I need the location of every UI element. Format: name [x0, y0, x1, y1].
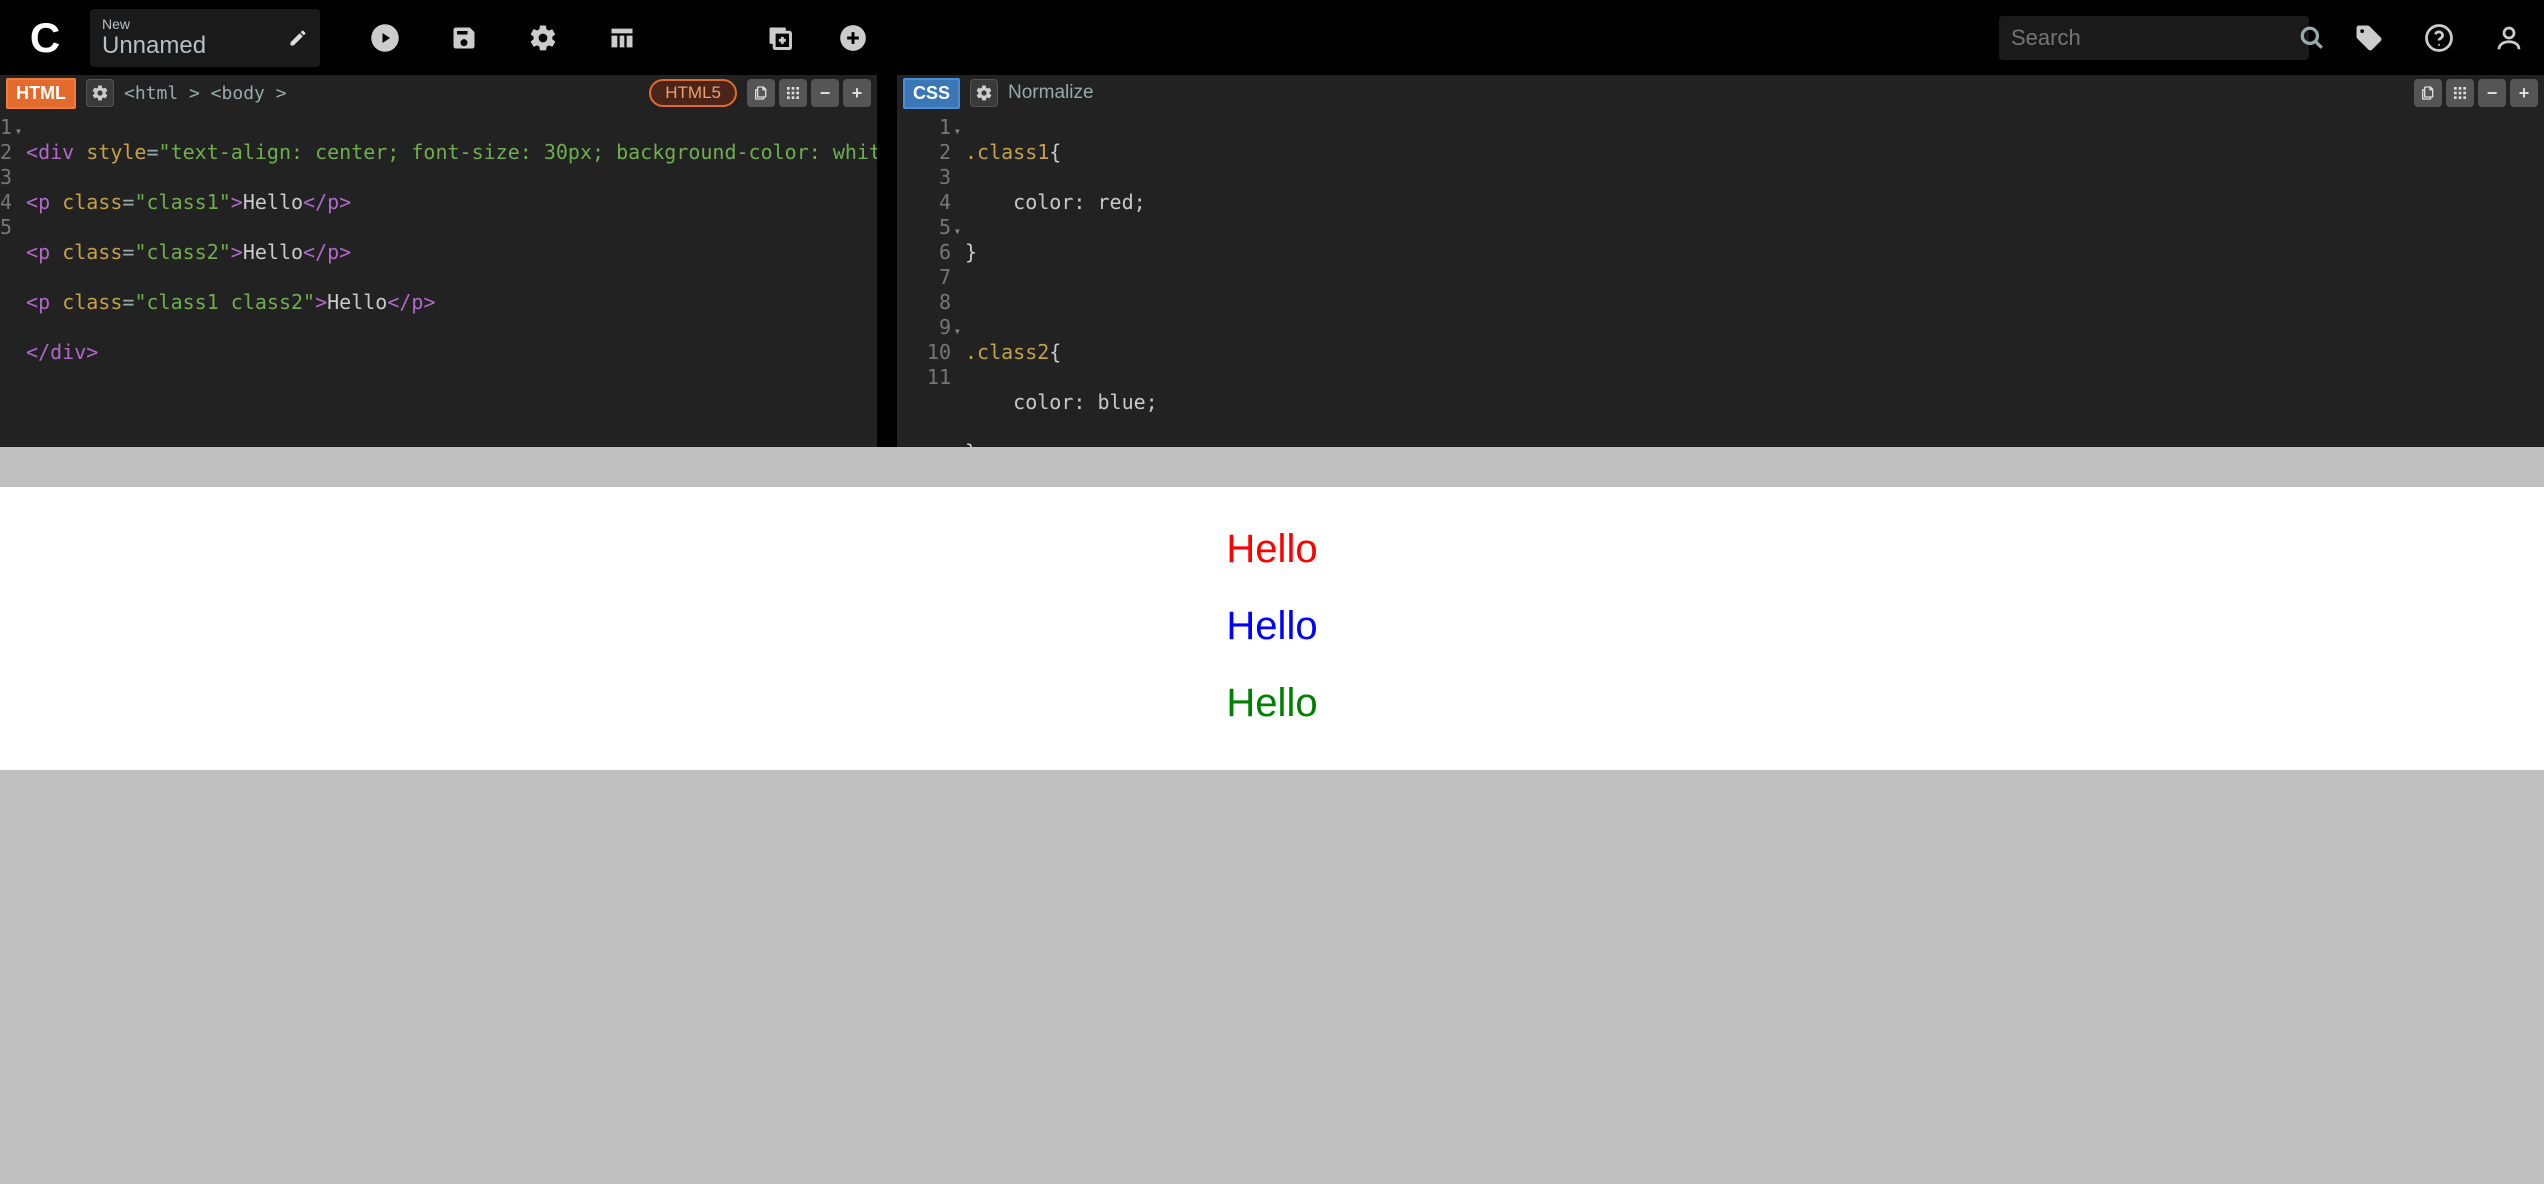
- html-code-area[interactable]: 1 2 3 4 5 <div style="text-align: center…: [0, 111, 877, 447]
- line-number: 8: [897, 290, 951, 315]
- html-pane-header: HTML <html > <body > HTML5 − +: [0, 75, 877, 111]
- preview-line-2: Hello: [0, 604, 2544, 649]
- user-icon[interactable]: [2494, 23, 2524, 53]
- help-icon[interactable]: [2424, 23, 2454, 53]
- css-editor-pane: CSS Normalize − + 1 2 3 4 5 6 7 8: [897, 75, 2544, 447]
- settings-icon[interactable]: [528, 23, 558, 53]
- preview-gap: [0, 447, 2544, 487]
- line-number: 4: [0, 190, 12, 215]
- css-pane-tools: − +: [2414, 79, 2538, 107]
- line-number: 7: [897, 265, 951, 290]
- toolbar-add-icons: [766, 24, 867, 52]
- css-code[interactable]: .class1{ color: red; } .class2{ color: b…: [959, 115, 2544, 447]
- css-pane-label[interactable]: CSS: [903, 78, 960, 109]
- line-number: 5: [0, 215, 12, 240]
- edit-icon[interactable]: [288, 28, 308, 48]
- css-gutter: 1 2 3 4 5 6 7 8 9 10 11: [897, 115, 959, 447]
- search-icon[interactable]: [2299, 25, 2325, 51]
- add-circle-icon[interactable]: [839, 24, 867, 52]
- minus-icon[interactable]: −: [2478, 79, 2506, 107]
- minus-icon[interactable]: −: [811, 79, 839, 107]
- output-preview: Hello Hello Hello: [0, 487, 2544, 770]
- grid-icon[interactable]: [779, 79, 807, 107]
- html-code[interactable]: <div style="text-align: center; font-siz…: [20, 115, 877, 447]
- run-icon[interactable]: [370, 23, 400, 53]
- line-number: 4: [897, 190, 951, 215]
- output-preview-wrap: Hello Hello Hello: [0, 447, 2544, 1184]
- line-number: 3: [897, 165, 951, 190]
- plus-icon[interactable]: +: [843, 79, 871, 107]
- html-breadcrumb: <html > <body >: [124, 83, 287, 104]
- line-number: 1: [0, 115, 12, 140]
- top-toolbar: C New Unnamed: [0, 0, 2544, 75]
- project-title: Unnamed: [102, 32, 308, 60]
- layout-icon[interactable]: [608, 24, 636, 52]
- line-number: 10: [897, 340, 951, 365]
- css-pane-header: CSS Normalize − +: [897, 75, 2544, 111]
- grid-icon[interactable]: [2446, 79, 2474, 107]
- clipboard-icon[interactable]: [747, 79, 775, 107]
- html-gutter: 1 2 3 4 5: [0, 115, 20, 447]
- html-pane-tools: − +: [747, 79, 871, 107]
- line-number: 6: [897, 240, 951, 265]
- html-pane-label[interactable]: HTML: [6, 78, 76, 109]
- add-panel-icon[interactable]: [766, 24, 794, 52]
- css-code-area[interactable]: 1 2 3 4 5 6 7 8 9 10 11 .class1{ color: …: [897, 111, 2544, 447]
- line-number: 2: [897, 140, 951, 165]
- editors-row: HTML <html > <body > HTML5 − + 1 2 3 4 5: [0, 75, 2544, 447]
- line-number: 2: [0, 140, 12, 165]
- css-settings-icon[interactable]: [970, 79, 998, 107]
- tag-icon[interactable]: [2354, 23, 2384, 53]
- app-logo[interactable]: C: [20, 14, 70, 62]
- line-number: 5: [897, 215, 951, 240]
- toolbar-main-icons: [370, 23, 636, 53]
- html-mode-pill[interactable]: HTML5: [649, 79, 737, 107]
- search-input[interactable]: [2011, 25, 2299, 51]
- project-title-block[interactable]: New Unnamed: [90, 9, 320, 67]
- preview-line-1: Hello: [0, 527, 2544, 572]
- line-number: 9: [897, 315, 951, 340]
- preview-line-3: Hello: [0, 681, 2544, 726]
- new-label: New: [102, 16, 308, 32]
- line-number: 11: [897, 365, 951, 390]
- plus-icon[interactable]: +: [2510, 79, 2538, 107]
- line-number: 1: [897, 115, 951, 140]
- css-normalize-label[interactable]: Normalize: [1008, 82, 1094, 104]
- clipboard-icon[interactable]: [2414, 79, 2442, 107]
- html-settings-icon[interactable]: [86, 79, 114, 107]
- save-icon[interactable]: [450, 24, 478, 52]
- line-number: 3: [0, 165, 12, 190]
- search-box[interactable]: [1999, 16, 2309, 60]
- toolbar-right-icons: [2354, 23, 2524, 53]
- html-editor-pane: HTML <html > <body > HTML5 − + 1 2 3 4 5: [0, 75, 897, 447]
